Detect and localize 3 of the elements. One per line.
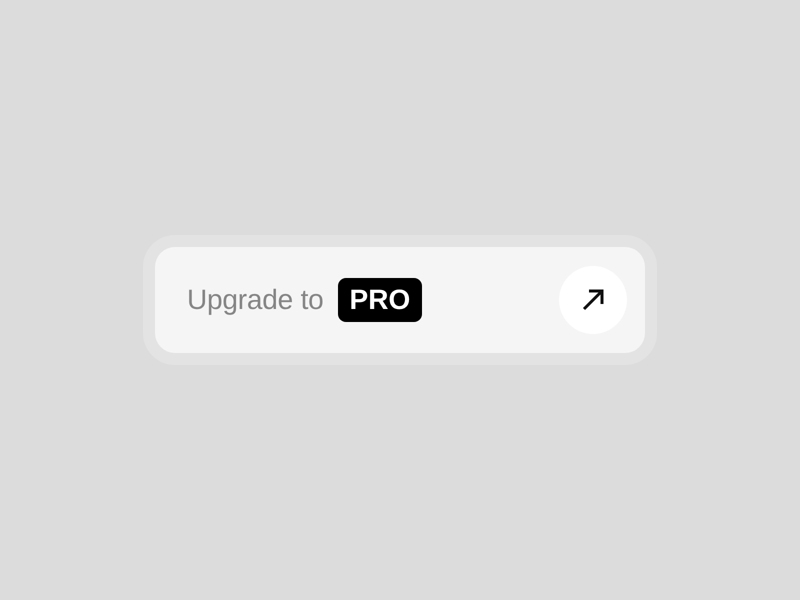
upgrade-label: Upgrade to [187, 284, 324, 316]
pro-badge: PRO [338, 278, 422, 322]
arrow-up-right-icon [582, 289, 604, 311]
